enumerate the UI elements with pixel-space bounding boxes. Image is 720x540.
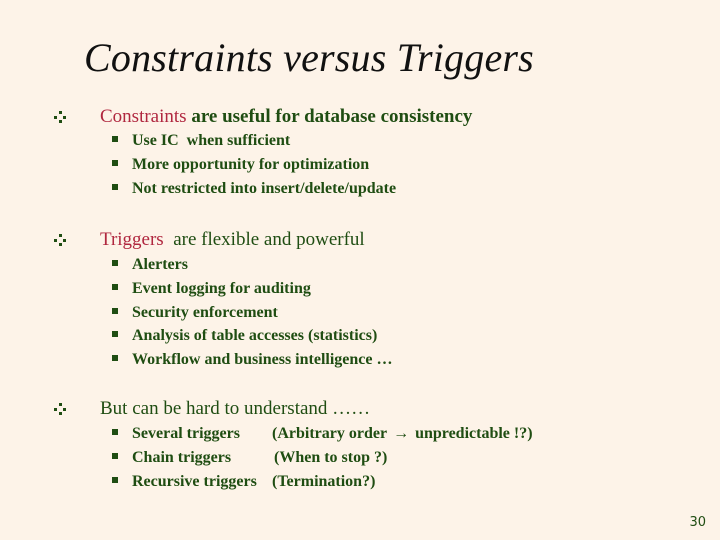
bullet-constraints: Constraints are useful for database cons… [54, 106, 472, 128]
square-bullet-icon [112, 453, 118, 459]
sub-item: Use IC when sufficient [112, 132, 290, 150]
sub-item: Several triggers (Arbitrary order → unpr… [112, 425, 533, 443]
diamond-bullet-icon [54, 403, 66, 415]
square-bullet-icon [112, 355, 118, 361]
square-bullet-icon [112, 184, 118, 190]
bullet-text: are useful for database consistency [186, 106, 473, 127]
bullet-text: are flexible and powerful [163, 229, 365, 250]
highlight-term: Constraints [100, 106, 187, 127]
square-bullet-icon [112, 260, 118, 266]
diamond-bullet-icon [54, 234, 66, 246]
sub-item: Recursive triggers (Termination?) [112, 473, 375, 491]
bullet-text: But can be hard to understand …… [100, 398, 371, 419]
page-number: 30 [689, 515, 706, 530]
square-bullet-icon [112, 308, 118, 314]
square-bullet-icon [112, 477, 118, 483]
square-bullet-icon [112, 160, 118, 166]
bullet-triggers: Triggers are flexible and powerful [54, 229, 365, 251]
square-bullet-icon [112, 284, 118, 290]
sub-item: Analysis of table accesses (statistics) [112, 327, 377, 345]
sub-item: More opportunity for optimization [112, 156, 369, 174]
sub-item: Security enforcement [112, 304, 278, 322]
square-bullet-icon [112, 331, 118, 337]
sub-item: Not restricted into insert/delete/update [112, 180, 396, 198]
sub-item: Event logging for auditing [112, 280, 311, 298]
slide-title: Constraints versus Triggers [84, 35, 534, 80]
square-bullet-icon [112, 136, 118, 142]
diamond-bullet-icon [54, 111, 66, 123]
arrow-right-icon: → [393, 425, 410, 442]
sub-item: Workflow and business intelligence … [112, 351, 392, 369]
highlight-term: Triggers [100, 229, 164, 250]
square-bullet-icon [112, 429, 118, 435]
sub-item: Chain triggers (When to stop ?) [112, 449, 387, 467]
sub-item: Alerters [112, 256, 188, 274]
bullet-hard-to-understand: But can be hard to understand …… [54, 398, 370, 420]
